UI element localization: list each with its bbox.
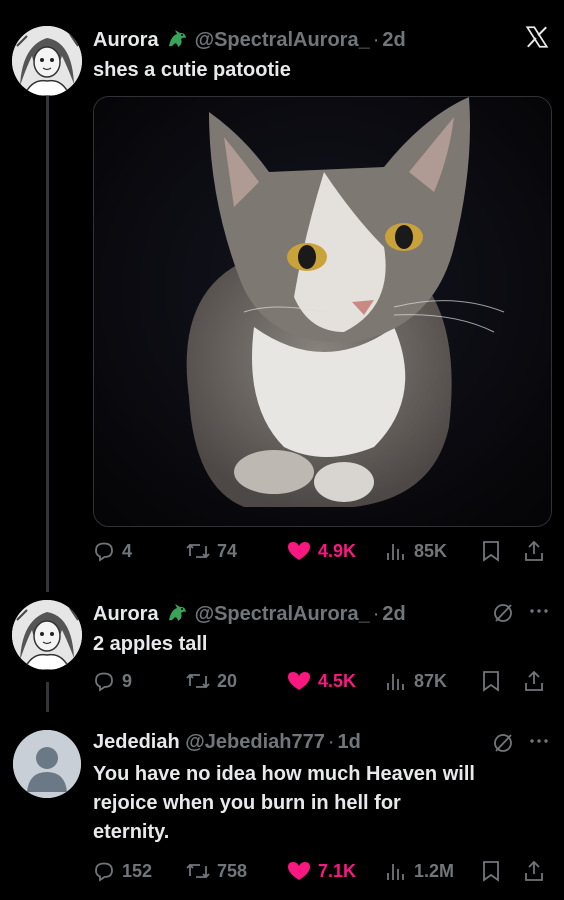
views-icon [384, 859, 408, 883]
tweet-actions: 4 74 4.9K 85K [92, 536, 552, 566]
reply-icon [92, 539, 116, 563]
more-icon[interactable] [528, 600, 550, 627]
author-handle[interactable]: @Jebediah777 [185, 731, 325, 753]
grok-icon[interactable] [492, 602, 514, 629]
tweet-text: You have no idea how much Heaven will re… [93, 760, 475, 847]
retweet-button[interactable]: 74 [185, 536, 237, 566]
bookmark-icon [480, 539, 502, 563]
reply-icon [92, 859, 116, 883]
avatar[interactable] [12, 600, 82, 670]
views-count: 1.2M [414, 860, 455, 881]
like-count: 7.1K [318, 860, 357, 881]
tweet-text-line: rejoice when you burn in hell for [93, 792, 401, 814]
x-logo-icon[interactable] [524, 24, 550, 55]
like-count: 4.5K [318, 670, 357, 691]
reply-button[interactable]: 4 [92, 536, 132, 566]
author-name[interactable]: Aurora [93, 29, 159, 51]
retweet-count: 758 [217, 860, 248, 881]
tweet-header: Jedediah @Jebediah777 · 1d [93, 730, 361, 754]
retweet-icon [185, 859, 211, 883]
retweet-button[interactable]: 758 [185, 856, 247, 886]
views-button[interactable]: 87K [384, 666, 447, 696]
timestamp[interactable]: 2d [382, 29, 405, 51]
thread-line [46, 92, 49, 592]
tweet-actions: 152 758 7.1K 1.2M [92, 856, 552, 886]
share-button[interactable] [522, 856, 546, 886]
dragon-badge-icon [165, 26, 189, 56]
separator-dot: · [372, 29, 380, 51]
reply-count: 9 [122, 670, 133, 691]
bookmark-icon [480, 669, 502, 693]
retweet-count: 74 [217, 540, 238, 561]
heart-icon [286, 669, 312, 693]
author-name[interactable]: Aurora [93, 603, 159, 625]
share-icon [522, 859, 546, 883]
bookmark-button[interactable] [480, 856, 502, 886]
views-count: 85K [414, 540, 448, 561]
tweet-2[interactable]: Aurora @SpectralAurora_ · 2d 2 apples tall … [0, 590, 564, 712]
timestamp[interactable]: 2d [382, 603, 405, 625]
grok-icon[interactable] [492, 732, 514, 759]
tweet-text: 2 apples tall [93, 633, 208, 655]
like-button[interactable]: 7.1K [286, 856, 356, 886]
like-button[interactable]: 4.5K [286, 666, 356, 696]
views-icon [384, 539, 408, 563]
share-icon [522, 669, 546, 693]
share-icon [522, 539, 546, 563]
avatar[interactable] [12, 26, 82, 96]
avatar[interactable] [13, 730, 81, 798]
anime-avatar-image [12, 600, 82, 670]
views-count: 87K [414, 670, 448, 691]
like-button[interactable]: 4.9K [286, 536, 356, 566]
separator-dot: · [372, 603, 380, 625]
reply-count: 4 [122, 540, 133, 561]
tweet-header: Aurora @SpectralAurora_ · 2d [93, 26, 406, 56]
bookmark-button[interactable] [480, 536, 502, 566]
dragon-badge-icon [165, 600, 189, 630]
reply-button[interactable]: 152 [92, 856, 152, 886]
cat-photo-image [94, 97, 551, 526]
tweet-header: Aurora @SpectralAurora_ · 2d [93, 600, 406, 630]
reply-count: 152 [122, 860, 153, 881]
bookmark-icon [480, 859, 502, 883]
reply-icon [92, 669, 116, 693]
heart-icon [286, 539, 312, 563]
thread-line [46, 682, 49, 712]
bookmark-button[interactable] [480, 666, 502, 696]
share-button[interactable] [522, 666, 546, 696]
views-icon [384, 669, 408, 693]
tweet-1[interactable]: Aurora @SpectralAurora_ · 2d shes a cutie p… [0, 0, 564, 592]
heart-icon [286, 859, 312, 883]
default-avatar-image [13, 730, 81, 798]
author-handle[interactable]: @SpectralAurora_ [195, 603, 370, 625]
reply-button[interactable]: 9 [92, 666, 132, 696]
views-button[interactable]: 1.2M [384, 856, 454, 886]
tweet-text-line: eternity. [93, 821, 170, 843]
anime-avatar-image [12, 26, 82, 96]
views-button[interactable]: 85K [384, 536, 447, 566]
share-button[interactable] [522, 536, 546, 566]
tweet-3[interactable]: Jedediah @Jebediah777 · 1d You have no ide… [0, 720, 564, 900]
separator-dot: · [327, 731, 335, 753]
like-count: 4.9K [318, 540, 357, 561]
timestamp[interactable]: 1d [338, 731, 361, 753]
author-name[interactable]: Jedediah [93, 731, 180, 753]
tweet-actions: 9 20 4.5K 87K [92, 666, 552, 696]
retweet-button[interactable]: 20 [185, 666, 237, 696]
author-handle[interactable]: @SpectralAurora_ [195, 29, 370, 51]
retweet-icon [185, 539, 211, 563]
tweet-text: shes a cutie patootie [93, 59, 291, 81]
tweet-text-line: You have no idea how much Heaven will [93, 763, 475, 785]
more-icon[interactable] [528, 730, 550, 757]
tweet-photo[interactable] [93, 96, 552, 527]
retweet-count: 20 [217, 670, 238, 691]
retweet-icon [185, 669, 211, 693]
